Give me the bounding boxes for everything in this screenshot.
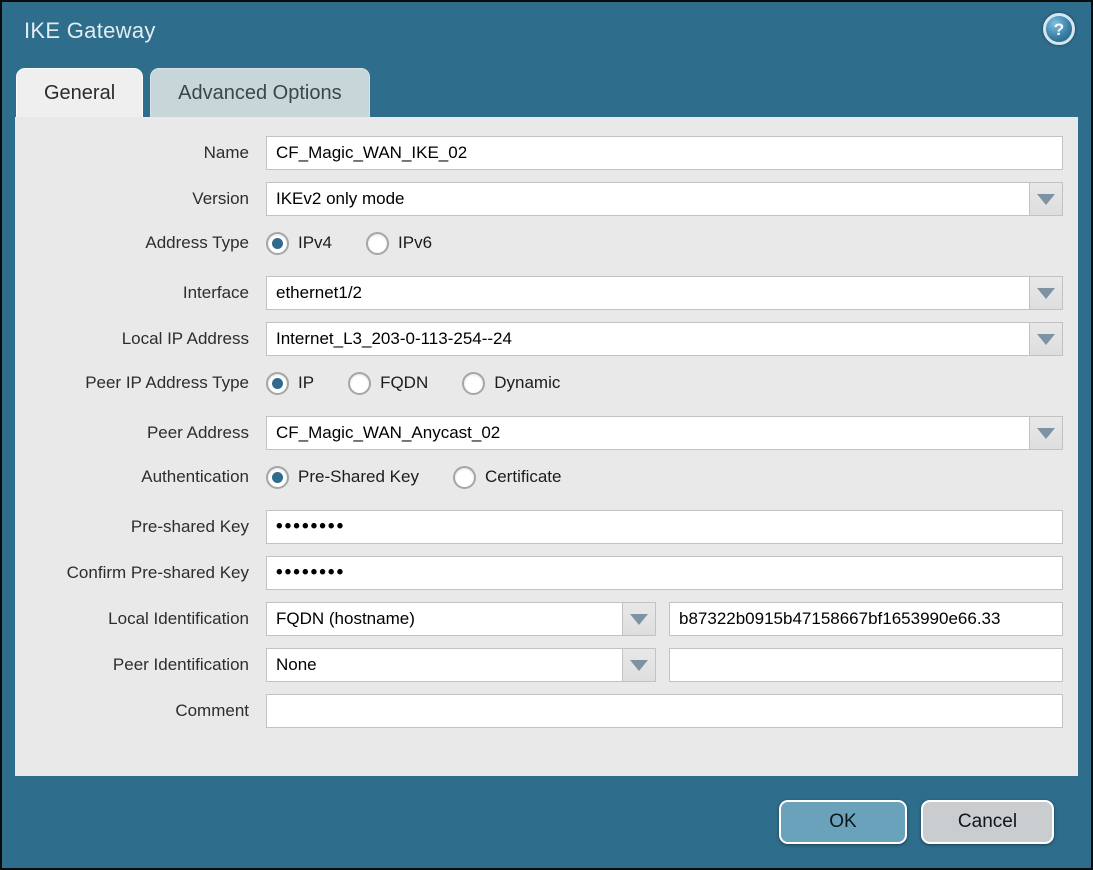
comment-row: Comment [15, 694, 1063, 728]
title-bar: IKE Gateway ? [2, 2, 1091, 66]
peer-identification-row: Peer Identification [15, 648, 1063, 682]
radio-dynamic-label[interactable]: Dynamic [494, 373, 560, 393]
peer-identification-type-select[interactable] [266, 648, 623, 682]
help-button[interactable]: ? [1043, 13, 1075, 45]
peer-address-select[interactable] [266, 416, 1030, 450]
radio-ipv4-control[interactable] [266, 232, 289, 255]
authentication-row: Authentication Pre-Shared Key Certificat… [15, 462, 1063, 492]
radio-fqdn-label[interactable]: FQDN [380, 373, 428, 393]
comment-input[interactable] [266, 694, 1063, 728]
radio-pre-shared-key-control[interactable] [266, 466, 289, 489]
radio-certificate-label[interactable]: Certificate [485, 467, 562, 487]
local-ip-row: Local IP Address [15, 322, 1063, 356]
cancel-button[interactable]: Cancel [921, 800, 1054, 844]
tab-general[interactable]: General [16, 68, 143, 117]
peer-identification-label: Peer Identification [15, 655, 258, 675]
peer-address-label: Peer Address [15, 423, 258, 443]
tab-bar: General Advanced Options [16, 68, 370, 117]
general-tab-panel: Name Version Address Type [15, 117, 1078, 776]
address-type-label: Address Type [15, 233, 258, 253]
interface-label: Interface [15, 283, 258, 303]
radio-ip[interactable]: IP [266, 372, 314, 395]
radio-ip-label[interactable]: IP [298, 373, 314, 393]
peer-identification-value-input[interactable] [669, 648, 1063, 682]
chevron-down-icon [1037, 334, 1055, 345]
local-identification-value-input[interactable] [669, 602, 1063, 636]
radio-ipv6[interactable]: IPv6 [366, 232, 432, 255]
authentication-radio-group: Pre-Shared Key Certificate [266, 466, 595, 489]
interface-row: Interface [15, 276, 1063, 310]
confirm-pre-shared-key-row: Confirm Pre-shared Key [15, 556, 1063, 590]
radio-ip-control[interactable] [266, 372, 289, 395]
local-identification-type-select[interactable] [266, 602, 623, 636]
dialog-title: IKE Gateway [24, 18, 156, 44]
version-select[interactable] [266, 182, 1030, 216]
comment-label: Comment [15, 701, 258, 721]
radio-pre-shared-key-label[interactable]: Pre-Shared Key [298, 467, 419, 487]
peer-identification-dropdown-button[interactable] [623, 648, 656, 682]
name-label: Name [15, 143, 258, 163]
tab-general-label: General [44, 82, 115, 105]
address-type-radio-group: IPv4 IPv6 [266, 232, 466, 255]
interface-dropdown-button[interactable] [1030, 276, 1063, 310]
radio-fqdn-control[interactable] [348, 372, 371, 395]
pre-shared-key-label: Pre-shared Key [15, 517, 258, 537]
tab-advanced-options[interactable]: Advanced Options [150, 68, 369, 117]
version-dropdown-button[interactable] [1030, 182, 1063, 216]
radio-certificate-control[interactable] [453, 466, 476, 489]
confirm-pre-shared-key-label: Confirm Pre-shared Key [15, 563, 258, 583]
radio-dynamic-control[interactable] [462, 372, 485, 395]
radio-ipv6-control[interactable] [366, 232, 389, 255]
peer-ip-type-radio-group: IP FQDN Dynamic [266, 372, 594, 395]
peer-address-dropdown-button[interactable] [1030, 416, 1063, 450]
peer-ip-type-label: Peer IP Address Type [15, 373, 258, 393]
ok-button[interactable]: OK [779, 800, 907, 844]
local-identification-row: Local Identification [15, 602, 1063, 636]
radio-fqdn[interactable]: FQDN [348, 372, 428, 395]
radio-pre-shared-key[interactable]: Pre-Shared Key [266, 466, 419, 489]
radio-ipv4[interactable]: IPv4 [266, 232, 332, 255]
local-identification-label: Local Identification [15, 609, 258, 629]
radio-ipv6-label[interactable]: IPv6 [398, 233, 432, 253]
tab-advanced-options-label: Advanced Options [178, 82, 341, 105]
name-row: Name [15, 136, 1063, 170]
version-label: Version [15, 189, 258, 209]
chevron-down-icon [630, 660, 648, 671]
pre-shared-key-row: Pre-shared Key [15, 510, 1063, 544]
local-ip-select[interactable] [266, 322, 1030, 356]
interface-select[interactable] [266, 276, 1030, 310]
question-mark-icon: ? [1054, 21, 1064, 38]
radio-ipv4-label[interactable]: IPv4 [298, 233, 332, 253]
address-type-row: Address Type IPv4 IPv6 [15, 228, 1063, 258]
local-ip-dropdown-button[interactable] [1030, 322, 1063, 356]
name-input[interactable] [266, 136, 1063, 170]
footer-bar: OK Cancel [2, 776, 1091, 868]
local-identification-dropdown-button[interactable] [623, 602, 656, 636]
radio-dynamic[interactable]: Dynamic [462, 372, 560, 395]
authentication-label: Authentication [15, 467, 258, 487]
chevron-down-icon [1037, 288, 1055, 299]
peer-address-row: Peer Address [15, 416, 1063, 450]
confirm-pre-shared-key-input[interactable] [266, 556, 1063, 590]
chevron-down-icon [1037, 428, 1055, 439]
chevron-down-icon [630, 614, 648, 625]
ike-gateway-dialog: IKE Gateway ? General Advanced Options N… [0, 0, 1093, 870]
local-ip-label: Local IP Address [15, 329, 258, 349]
peer-ip-type-row: Peer IP Address Type IP FQDN Dynamic [15, 368, 1063, 398]
chevron-down-icon [1037, 194, 1055, 205]
pre-shared-key-input[interactable] [266, 510, 1063, 544]
radio-certificate[interactable]: Certificate [453, 466, 562, 489]
version-row: Version [15, 182, 1063, 216]
